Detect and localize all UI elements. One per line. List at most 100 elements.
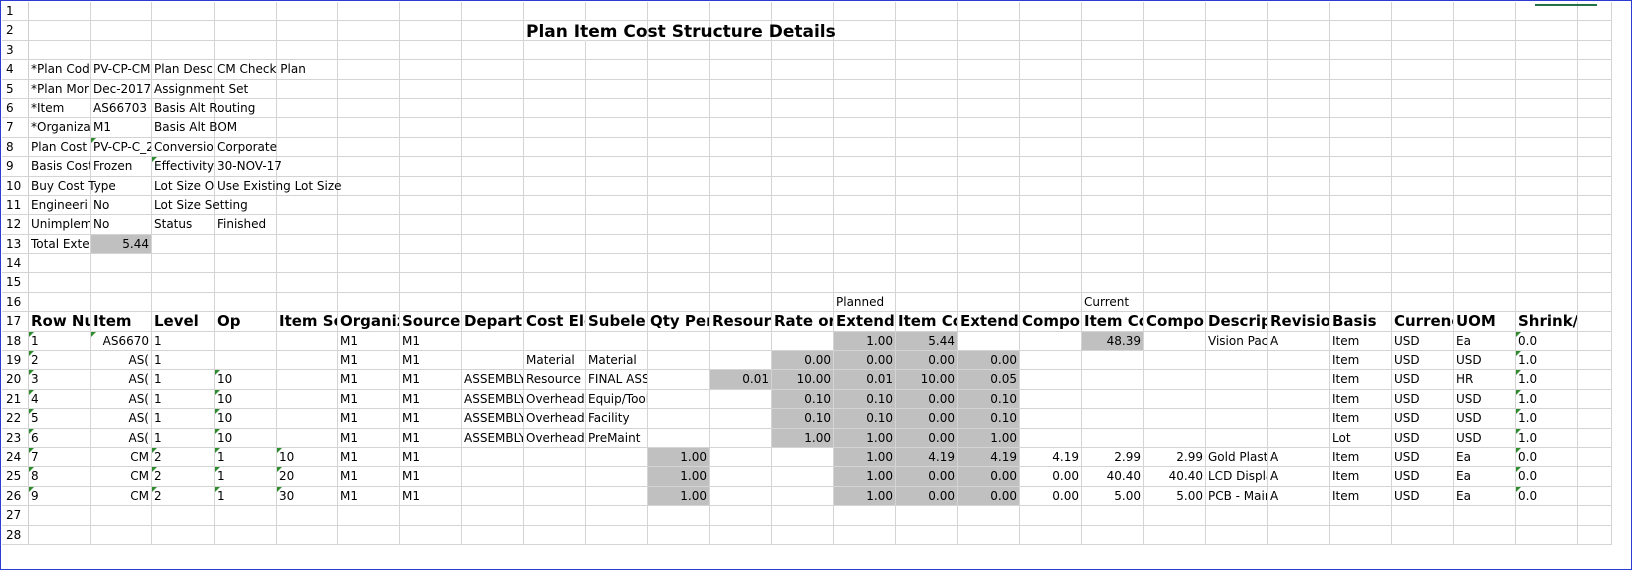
column-header[interactable]: Level bbox=[152, 312, 215, 332]
cell[interactable] bbox=[896, 98, 958, 119]
cell[interactable] bbox=[586, 157, 648, 177]
column-header[interactable]: Resourc bbox=[710, 312, 772, 332]
table-cell[interactable] bbox=[648, 351, 710, 371]
cell[interactable] bbox=[1144, 40, 1206, 61]
cell[interactable] bbox=[1268, 176, 1330, 196]
cell[interactable] bbox=[772, 254, 834, 274]
cell[interactable] bbox=[834, 157, 896, 177]
cell[interactable] bbox=[400, 40, 462, 61]
table-cell[interactable]: 0.10 bbox=[958, 389, 1020, 410]
cell[interactable] bbox=[462, 506, 524, 526]
table-cell[interactable]: USD bbox=[1454, 389, 1516, 410]
cell[interactable] bbox=[215, 506, 277, 526]
table-cell[interactable]: 0.0 bbox=[1516, 467, 1578, 487]
cell[interactable] bbox=[1578, 21, 1612, 41]
cell[interactable] bbox=[1330, 234, 1392, 255]
cell[interactable] bbox=[1082, 215, 1144, 235]
cell[interactable] bbox=[1578, 234, 1612, 255]
cell[interactable] bbox=[462, 2, 524, 22]
cell[interactable] bbox=[772, 195, 834, 216]
cell[interactable] bbox=[338, 79, 400, 99]
table-cell[interactable]: 0.00 bbox=[772, 351, 834, 371]
cell[interactable] bbox=[1082, 157, 1144, 177]
cell[interactable] bbox=[834, 506, 896, 526]
table-cell[interactable]: 0.00 bbox=[958, 467, 1020, 487]
column-header[interactable]: Departm bbox=[462, 312, 524, 332]
cell[interactable] bbox=[152, 21, 215, 41]
cell[interactable] bbox=[277, 254, 338, 274]
cell[interactable] bbox=[1206, 137, 1268, 158]
table-cell[interactable]: 2.99 bbox=[1144, 447, 1206, 468]
cell[interactable] bbox=[710, 98, 772, 119]
cell[interactable] bbox=[1392, 234, 1454, 255]
column-header[interactable]: Currenc bbox=[1392, 312, 1454, 332]
cell[interactable] bbox=[400, 60, 462, 80]
cell[interactable] bbox=[1578, 506, 1612, 526]
cell[interactable] bbox=[1268, 98, 1330, 119]
cell[interactable] bbox=[710, 137, 772, 158]
cell[interactable] bbox=[277, 157, 338, 177]
table-cell[interactable] bbox=[772, 447, 834, 468]
cell[interactable] bbox=[1082, 273, 1144, 293]
table-cell[interactable]: ASSEMBLY bbox=[462, 389, 524, 410]
cell[interactable] bbox=[1516, 98, 1578, 119]
table-cell[interactable] bbox=[772, 467, 834, 487]
table-cell[interactable]: 0.00 bbox=[896, 467, 958, 487]
table-cell[interactable] bbox=[1144, 370, 1206, 390]
param-value[interactable]: 5.44 bbox=[91, 234, 152, 255]
cell[interactable] bbox=[958, 195, 1020, 216]
table-cell[interactable]: 0.00 bbox=[1020, 467, 1082, 487]
cell[interactable] bbox=[772, 40, 834, 61]
row-header[interactable]: 25 bbox=[2, 467, 29, 487]
cell[interactable] bbox=[896, 292, 958, 313]
param-value[interactable]: M1 bbox=[91, 118, 152, 138]
cell[interactable] bbox=[1330, 292, 1392, 313]
cell[interactable] bbox=[1392, 40, 1454, 61]
cell[interactable] bbox=[958, 176, 1020, 196]
cell[interactable] bbox=[648, 60, 710, 80]
table-cell[interactable]: USD bbox=[1454, 409, 1516, 429]
cell[interactable] bbox=[1454, 234, 1516, 255]
cell[interactable] bbox=[1392, 176, 1454, 196]
cell[interactable] bbox=[524, 118, 586, 138]
param-label[interactable]: Lot Size Setting bbox=[152, 195, 248, 216]
table-cell[interactable]: M1 bbox=[338, 467, 400, 487]
cell[interactable] bbox=[710, 195, 772, 216]
column-header[interactable]: Item Sec bbox=[277, 312, 338, 332]
cell[interactable] bbox=[1516, 254, 1578, 274]
table-cell[interactable]: Equip/Tool bbox=[586, 389, 648, 410]
table-cell[interactable]: 0.00 bbox=[896, 486, 958, 507]
cell[interactable] bbox=[1578, 447, 1612, 468]
cell[interactable] bbox=[1206, 525, 1268, 545]
table-cell[interactable] bbox=[1020, 409, 1082, 429]
cell[interactable] bbox=[29, 21, 91, 41]
cell[interactable] bbox=[896, 176, 958, 196]
cell[interactable] bbox=[277, 137, 338, 158]
cell[interactable] bbox=[1020, 215, 1082, 235]
table-cell[interactable]: 2.99 bbox=[1082, 447, 1144, 468]
cell[interactable] bbox=[648, 254, 710, 274]
table-cell[interactable]: Item bbox=[1330, 486, 1392, 507]
cell[interactable] bbox=[462, 60, 524, 80]
cell[interactable] bbox=[1578, 98, 1612, 119]
cell[interactable] bbox=[1516, 292, 1578, 313]
cell[interactable] bbox=[338, 234, 400, 255]
cell[interactable] bbox=[1082, 98, 1144, 119]
table-cell[interactable]: 0.00 bbox=[896, 351, 958, 371]
table-cell[interactable]: Item bbox=[1330, 370, 1392, 390]
cell[interactable] bbox=[710, 157, 772, 177]
cell[interactable] bbox=[1206, 195, 1268, 216]
table-cell[interactable]: 1 bbox=[152, 389, 215, 410]
cell[interactable] bbox=[648, 215, 710, 235]
cell[interactable] bbox=[277, 21, 338, 41]
cell[interactable] bbox=[524, 215, 586, 235]
cell[interactable] bbox=[1516, 40, 1578, 61]
table-cell[interactable]: 0.00 bbox=[958, 351, 1020, 371]
cell[interactable] bbox=[1144, 137, 1206, 158]
param-value[interactable] bbox=[215, 234, 277, 255]
cell[interactable] bbox=[1454, 292, 1516, 313]
table-cell[interactable]: 0.00 bbox=[896, 428, 958, 448]
row-header[interactable]: 4 bbox=[2, 60, 29, 80]
table-cell[interactable]: 10 bbox=[215, 428, 277, 448]
cell[interactable] bbox=[338, 137, 400, 158]
